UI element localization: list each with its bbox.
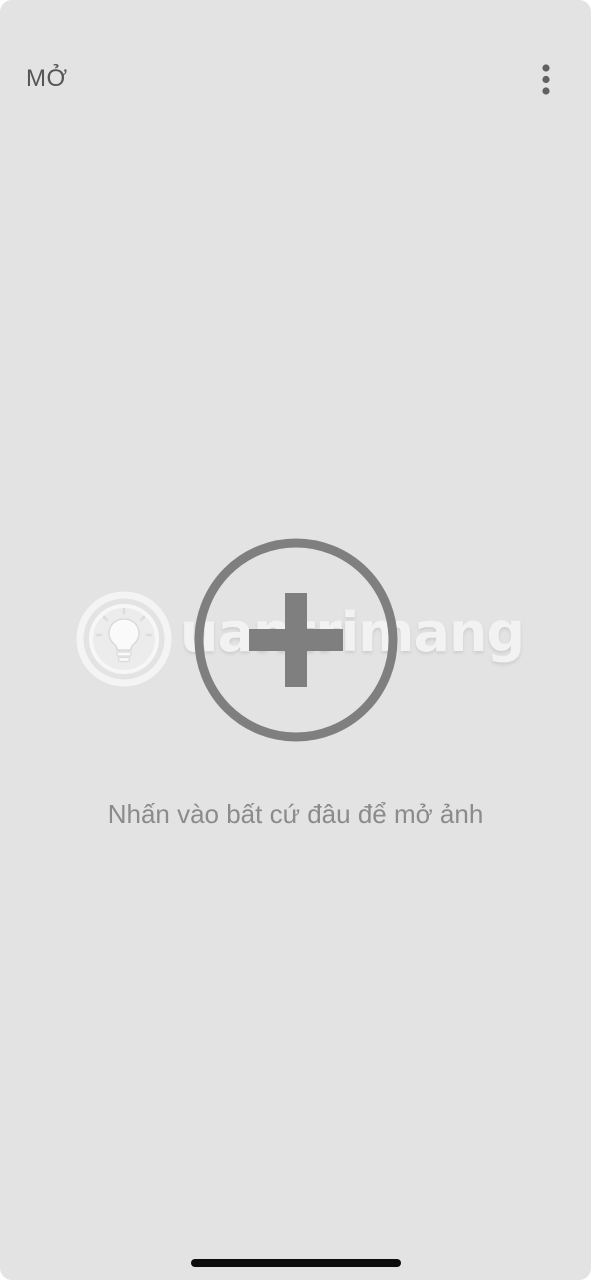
plus-circle-icon xyxy=(194,538,398,742)
snapseed-open-screen[interactable]: MỞ uantrimang Nhấn vào bất cứ đâu để mở … xyxy=(0,0,591,1280)
add-photo-button[interactable] xyxy=(193,537,399,743)
open-photo-hint[interactable]: Nhấn vào bất cứ đâu để mở ảnh xyxy=(0,796,591,832)
more-vertical-icon xyxy=(542,64,550,95)
lightbulb-icon xyxy=(76,591,172,687)
more-options-button[interactable] xyxy=(528,60,564,100)
home-indicator[interactable] xyxy=(191,1259,401,1267)
open-button[interactable]: MỞ xyxy=(26,63,68,95)
